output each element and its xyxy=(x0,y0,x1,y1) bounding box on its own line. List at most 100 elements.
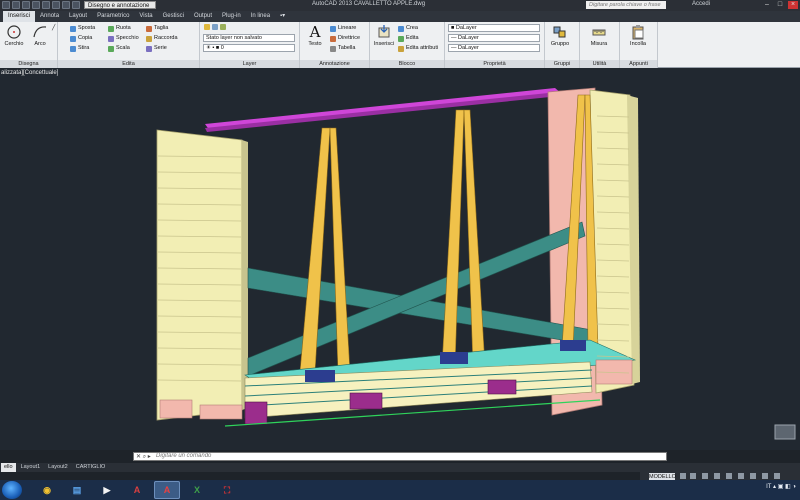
trim-icon xyxy=(146,25,152,32)
tray-icons[interactable]: ▴ ▣ ◧ ◑ xyxy=(773,484,796,490)
autocad-active-icon[interactable]: A xyxy=(154,481,180,499)
layer-properties-icon[interactable] xyxy=(204,24,210,30)
stira-button[interactable]: Stira xyxy=(70,45,89,52)
tab-parametrico[interactable]: Parametrico xyxy=(92,11,134,22)
tab-output[interactable]: Output xyxy=(189,11,217,22)
copia-button[interactable]: Copia xyxy=(70,35,92,42)
command-input[interactable]: Digitare un comando xyxy=(156,453,211,459)
ruota-button[interactable]: Ruota xyxy=(108,25,131,32)
testo-button[interactable]: A Testo xyxy=(302,24,328,47)
redo-icon[interactable] xyxy=(72,1,80,9)
save-icon[interactable] xyxy=(32,1,40,9)
cerchio-button[interactable]: Cerchio xyxy=(1,24,27,47)
command-line-icons[interactable]: ✕ ⌕ ▸ xyxy=(136,454,151,461)
paste-icon xyxy=(632,25,644,40)
misura-button[interactable]: Misura xyxy=(586,24,612,47)
dimension-icon xyxy=(330,25,336,32)
copy-icon xyxy=(70,35,76,42)
line-icon[interactable]: ╱ xyxy=(52,25,55,32)
search-input[interactable]: Digitare parola chiave o frase xyxy=(586,1,666,9)
gruppo-button[interactable]: Gruppo xyxy=(547,24,573,47)
print-icon[interactable] xyxy=(52,1,60,9)
scala-button[interactable]: Scala xyxy=(108,45,130,52)
layer-iso-icon[interactable] xyxy=(220,24,226,30)
current-layer-dropdown[interactable]: ☀ ▪ ■ 0 xyxy=(203,44,295,52)
annotation-scale-icon[interactable] xyxy=(702,473,708,479)
lineweight-icon: — xyxy=(451,45,459,51)
panel-slat-line xyxy=(157,155,242,158)
tab-layout1[interactable]: Layout1 xyxy=(18,463,44,472)
minimize-icon[interactable]: – xyxy=(762,1,772,9)
crea-button[interactable]: Crea xyxy=(398,25,418,32)
layer-state-dropdown[interactable]: Stato layer non salvato xyxy=(203,34,295,42)
stira-label: Stira xyxy=(78,45,90,51)
explorer-icon[interactable]: ▤ xyxy=(64,481,90,499)
autocad-window: Disegno e annotazione AutoCAD 2013 CAVAL… xyxy=(0,0,800,500)
specchio-button[interactable]: Specchio xyxy=(108,35,139,42)
tab-cartiglio[interactable]: CARTIGLIO xyxy=(73,463,109,472)
system-tray[interactable]: IT ▴ ▣ ◧ ◑ xyxy=(766,483,796,490)
panel-slat-line xyxy=(157,299,242,302)
serie-button[interactable]: Serie xyxy=(146,45,167,52)
close-icon[interactable]: × xyxy=(788,1,798,9)
app-menu-icon[interactable] xyxy=(2,1,10,9)
language-indicator[interactable]: IT xyxy=(766,484,771,490)
workspace-dropdown[interactable]: Disegno e annotazione xyxy=(84,1,156,9)
color-dropdown[interactable]: ■ DaLayer xyxy=(448,24,540,32)
tab-in-linea[interactable]: In linea xyxy=(246,11,275,22)
tab-inserisci[interactable]: Inserisci xyxy=(3,11,36,22)
inserisci-button[interactable]: Inserisci xyxy=(371,24,397,47)
sposta-button[interactable]: Sposta xyxy=(70,25,95,32)
new-icon[interactable] xyxy=(12,1,20,9)
panel-slat-line xyxy=(157,363,242,366)
panel-edita: Sposta Ruota Taglia Copia Specchio Racco… xyxy=(58,22,200,68)
tab-vista[interactable]: Vista xyxy=(134,11,157,22)
grid-icon[interactable] xyxy=(680,473,686,479)
raccorda-button[interactable]: Raccorda xyxy=(146,35,178,42)
tab-annota[interactable]: Annota xyxy=(35,11,64,22)
hardware-accel-icon[interactable] xyxy=(738,473,744,479)
lock-icon[interactable] xyxy=(726,473,732,479)
acrobat-icon[interactable]: ⛶ xyxy=(214,481,240,499)
ribbon-options-icon[interactable]: ▪▾ xyxy=(275,11,290,22)
tab-modello[interactable]: ello xyxy=(1,463,16,472)
tab-gestisci[interactable]: Gestisci xyxy=(158,11,189,22)
drawing-area[interactable] xyxy=(0,68,800,450)
tab-layout2[interactable]: Layout2 xyxy=(45,463,71,472)
layer-state-icon[interactable] xyxy=(212,24,218,30)
arco-button[interactable]: Arco xyxy=(27,24,53,47)
scale-icon xyxy=(108,45,114,52)
excel-icon[interactable]: X xyxy=(184,481,210,499)
lineweight-value: DaLayer xyxy=(458,45,479,51)
direttrice-button[interactable]: Direttrice xyxy=(330,35,360,42)
customization-icon[interactable] xyxy=(774,473,780,479)
workspace-switch-icon[interactable] xyxy=(714,473,720,479)
edit-block-icon xyxy=(398,35,404,42)
command-line[interactable]: ✕ ⌕ ▸ Digitare un comando xyxy=(133,452,667,461)
fullscreen-icon[interactable] xyxy=(762,473,768,479)
tab-layout[interactable]: Layout xyxy=(64,11,92,22)
linetype-dropdown[interactable]: — DaLayer xyxy=(448,34,540,42)
tabella-button[interactable]: Tabella xyxy=(330,45,355,52)
start-button[interactable] xyxy=(2,481,22,499)
taglia-button[interactable]: Taglia xyxy=(146,25,168,32)
save-as-icon[interactable] xyxy=(42,1,50,9)
undo-icon[interactable] xyxy=(62,1,70,9)
lineweight-dropdown[interactable]: — DaLayer xyxy=(448,44,540,52)
open-icon[interactable] xyxy=(22,1,30,9)
snap-icon[interactable] xyxy=(690,473,696,479)
lineare-button[interactable]: Lineare xyxy=(330,25,356,32)
edita-attributi-button[interactable]: Edita attributi xyxy=(398,45,438,52)
isolate-icon[interactable] xyxy=(750,473,756,479)
edita-blocco-button[interactable]: Edita xyxy=(398,35,419,42)
chrome-icon[interactable]: ◉ xyxy=(34,481,60,499)
measure-icon xyxy=(592,29,606,36)
autocad-taskbar-icon[interactable]: A xyxy=(124,481,150,499)
sign-in-button[interactable]: Accedi xyxy=(692,1,710,7)
media-player-icon[interactable]: ▶ xyxy=(94,481,120,499)
incolla-button[interactable]: Incolla xyxy=(625,24,651,47)
tab-plugin[interactable]: Plug-in xyxy=(217,11,246,22)
maximize-icon[interactable]: □ xyxy=(775,1,785,9)
panel-slat-line xyxy=(596,355,630,358)
viewport-label[interactable]: alizzata][Concettuale] xyxy=(1,70,58,76)
